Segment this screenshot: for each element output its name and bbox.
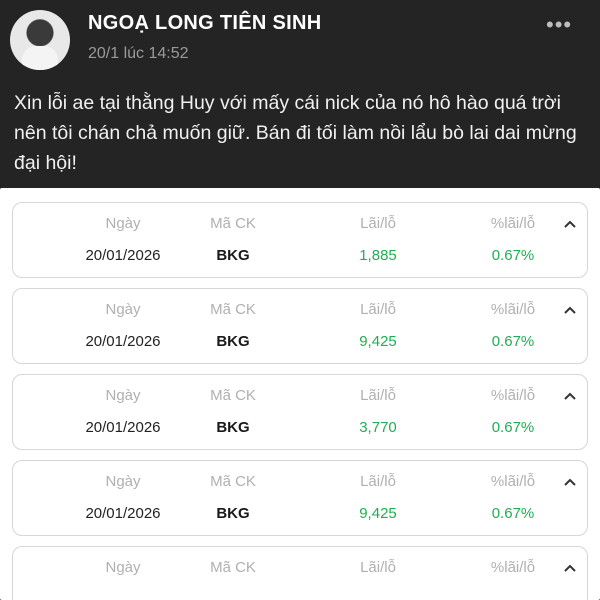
- cell-pnl: 1,885: [359, 247, 397, 264]
- cell-pnl: 9,425: [359, 333, 397, 350]
- column-header-pnl-pct: %lãi/lỗ: [490, 559, 536, 576]
- cell-code: BKG: [216, 419, 250, 436]
- chevron-up-icon[interactable]: [562, 217, 578, 233]
- author-name[interactable]: NGOẠ LONG TIÊN SINH: [88, 12, 321, 35]
- chevron-up-icon[interactable]: [562, 561, 578, 577]
- column-header-code: Mã CK: [210, 473, 256, 490]
- post-text: Xin lỗi ae tại thằng Huy với mấy cái nic…: [14, 92, 577, 174]
- column-header-pnl-pct: %lãi/lỗ: [490, 387, 536, 404]
- chevron-up-icon[interactable]: [562, 475, 578, 491]
- column-header-code: Mã CK: [210, 387, 256, 404]
- post-header: NGOẠ LONG TIÊN SINH 20/1 lúc 14:52 ••• X…: [0, 0, 600, 188]
- chevron-up-icon[interactable]: [562, 389, 578, 405]
- cell-code: BKG: [216, 505, 250, 522]
- column-header-code: Mã CK: [210, 559, 256, 576]
- cell-pnl: 9,425: [359, 505, 397, 522]
- column-header-pnl-pct: %lãi/lỗ: [490, 215, 536, 232]
- post-timestamp[interactable]: 20/1 lúc 14:52: [88, 45, 189, 63]
- trade-row-card[interactable]: Ngày Mã CK Lãi/lỗ %lãi/lỗ 20/01/2026 BKG 1,885…: [12, 202, 588, 278]
- column-header-code: Mã CK: [210, 215, 256, 232]
- cell-pnl: 3,770: [359, 419, 397, 436]
- cell-pnl-pct: 0.67%: [491, 247, 535, 264]
- column-header-pnl: Lãi/lỗ: [360, 473, 396, 490]
- column-header-pnl-pct: %lãi/lỗ: [490, 301, 536, 318]
- trade-row-card[interactable]: Ngày Mã CK Lãi/lỗ %lãi/lỗ 20/01/2026 BKG 3,770…: [12, 374, 588, 450]
- trade-row-card[interactable]: Ngày Mã CK Lãi/lỗ %lãi/lỗ: [12, 546, 588, 600]
- column-header-code: Mã CK: [210, 301, 256, 318]
- cell-pnl-pct: 0.67%: [491, 505, 535, 522]
- chevron-up-icon[interactable]: [562, 303, 578, 319]
- column-header-pnl: Lãi/lỗ: [360, 387, 396, 404]
- trade-row-card[interactable]: Ngày Mã CK Lãi/lỗ %lãi/lỗ 20/01/2026 BKG 9,425…: [12, 460, 588, 536]
- more-horizontal-icon[interactable]: •••: [546, 12, 572, 38]
- avatar[interactable]: [10, 10, 70, 70]
- cell-pnl-pct: 0.67%: [491, 333, 535, 350]
- trade-row-card[interactable]: Ngày Mã CK Lãi/lỗ %lãi/lỗ 20/01/2026 BKG 9,425…: [12, 288, 588, 364]
- column-header-pnl: Lãi/lỗ: [360, 301, 396, 318]
- cell-code: BKG: [216, 247, 250, 264]
- column-header-pnl: Lãi/lỗ: [360, 215, 396, 232]
- trade-history-screenshot: Ngày Mã CK Lãi/lỗ %lãi/lỗ 20/01/2026 BKG 1,885…: [0, 188, 600, 600]
- cell-pnl-pct: 0.67%: [491, 419, 535, 436]
- column-header-pnl-pct: %lãi/lỗ: [490, 473, 536, 490]
- column-header-pnl: Lãi/lỗ: [360, 559, 396, 576]
- cell-code: BKG: [216, 333, 250, 350]
